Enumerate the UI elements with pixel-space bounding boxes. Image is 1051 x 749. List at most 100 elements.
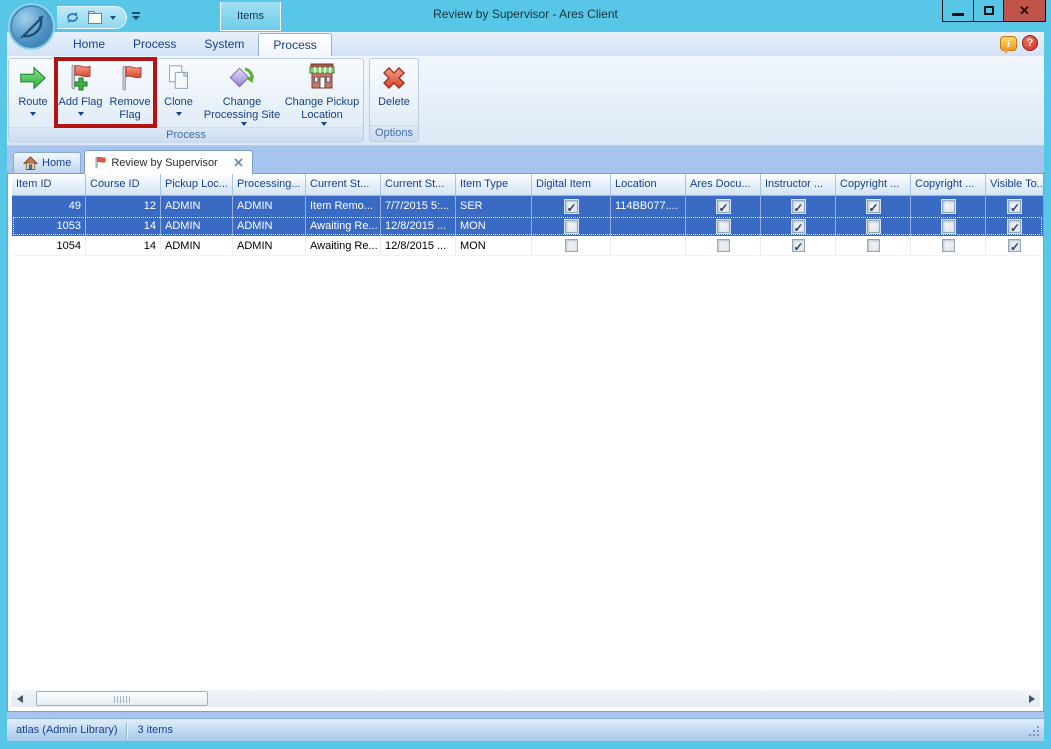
qat-customize-icon[interactable] bbox=[130, 10, 142, 24]
copyright-checkbox[interactable] bbox=[867, 239, 880, 252]
cell-pickup-location: ADMIN bbox=[161, 236, 233, 256]
instructor-checkbox[interactable] bbox=[792, 200, 805, 213]
grid-row-1054[interactable]: 1054 14 ADMIN ADMIN Awaiting Re... 12/8/… bbox=[12, 236, 1043, 256]
cell-copyright-1 bbox=[836, 236, 911, 256]
cell-item-type: MON bbox=[456, 236, 532, 256]
cell-course-id: 12 bbox=[86, 196, 161, 216]
dropdown-arrow-icon bbox=[78, 112, 84, 116]
close-button[interactable] bbox=[1003, 0, 1045, 21]
house-icon bbox=[23, 156, 38, 170]
sync-icon[interactable] bbox=[65, 10, 80, 25]
ribbon-tab-process[interactable]: Process bbox=[119, 32, 190, 56]
contextual-tab-group: Items bbox=[220, 2, 281, 31]
cell-copyright-2 bbox=[911, 196, 986, 216]
digital-item-checkbox[interactable] bbox=[565, 220, 578, 233]
clone-button[interactable]: Clone bbox=[156, 60, 201, 126]
copyright-checkbox[interactable] bbox=[942, 220, 955, 233]
column-header-item-type[interactable]: Item Type bbox=[456, 174, 532, 196]
instructor-checkbox[interactable] bbox=[792, 239, 805, 252]
dropdown-arrow-icon bbox=[241, 122, 247, 126]
document-tab-review-by-supervisor[interactable]: Review by Supervisor bbox=[84, 150, 252, 174]
column-header-item-id[interactable]: Item ID bbox=[12, 174, 86, 196]
visible-to-checkbox[interactable] bbox=[1008, 200, 1021, 213]
column-header-processing-site[interactable]: Processing... bbox=[233, 174, 306, 196]
column-header-instructor[interactable]: Instructor ... bbox=[761, 174, 836, 196]
clone-label: Clone bbox=[164, 96, 193, 109]
scrollbar-thumb[interactable] bbox=[36, 691, 208, 706]
visible-to-checkbox[interactable] bbox=[1008, 239, 1021, 252]
items-grid-panel: Item ID Course ID Pickup Loc... Processi… bbox=[7, 173, 1044, 712]
grid-row-49[interactable]: 49 12 ADMIN ADMIN Item Remo... 7/7/2015 … bbox=[12, 196, 1043, 216]
route-button[interactable]: Route bbox=[11, 60, 55, 126]
copyright-checkbox[interactable] bbox=[942, 200, 955, 213]
change-pickup-location-button[interactable]: Change Pickup Location bbox=[283, 60, 361, 126]
digital-item-checkbox[interactable] bbox=[565, 239, 578, 252]
column-header-course-id[interactable]: Course ID bbox=[86, 174, 161, 196]
resize-grip[interactable] bbox=[1037, 734, 1039, 736]
cell-copyright-2 bbox=[911, 216, 986, 236]
column-header-copyright-1[interactable]: Copyright ... bbox=[836, 174, 911, 196]
cell-current-status: Item Remo... bbox=[306, 196, 381, 216]
cell-course-id: 14 bbox=[86, 236, 161, 256]
cell-ares-document bbox=[686, 216, 761, 236]
add-flag-button[interactable]: Add Flag bbox=[57, 60, 104, 126]
ribbon-tab-process-contextual[interactable]: Process bbox=[258, 33, 331, 56]
ares-client-window: Review by Supervisor - Ares Client Items bbox=[0, 0, 1051, 749]
digital-item-checkbox[interactable] bbox=[565, 200, 578, 213]
change-processing-site-label: Change Processing Site bbox=[203, 96, 281, 122]
application-menu-button[interactable] bbox=[8, 3, 55, 50]
column-header-digital-item[interactable]: Digital Item bbox=[532, 174, 611, 196]
minimize-button[interactable] bbox=[943, 0, 973, 21]
delete-label: Delete bbox=[378, 96, 410, 109]
new-item-dropdown-icon[interactable] bbox=[110, 16, 116, 20]
process-group-label: Process bbox=[9, 127, 363, 143]
grid-row-1053[interactable]: 1053 14 ADMIN ADMIN Awaiting Re... 12/8/… bbox=[12, 216, 1043, 236]
new-item-icon[interactable] bbox=[87, 10, 103, 25]
cell-ares-document bbox=[686, 236, 761, 256]
ribbon-tab-home[interactable]: Home bbox=[59, 32, 119, 56]
column-header-current-status-date[interactable]: Current St... bbox=[381, 174, 456, 196]
document-tab-home[interactable]: Home bbox=[13, 152, 81, 173]
red-flag-icon bbox=[94, 156, 107, 169]
cell-visible-to bbox=[986, 196, 1043, 216]
info-bubble-icon[interactable]: i bbox=[1000, 36, 1017, 51]
ares-document-checkbox[interactable] bbox=[717, 220, 730, 233]
visible-to-checkbox[interactable] bbox=[1008, 220, 1021, 233]
window-title: Review by Supervisor - Ares Client bbox=[0, 7, 1051, 21]
scroll-right-icon[interactable] bbox=[1023, 690, 1040, 707]
maximize-icon bbox=[984, 6, 994, 15]
column-header-location[interactable]: Location bbox=[611, 174, 686, 196]
column-header-copyright-2[interactable]: Copyright ... bbox=[911, 174, 986, 196]
dropdown-arrow-icon bbox=[176, 112, 182, 116]
horizontal-scrollbar[interactable] bbox=[11, 690, 1040, 707]
column-header-current-status[interactable]: Current St... bbox=[306, 174, 381, 196]
window-controls bbox=[942, 0, 1046, 22]
ares-document-checkbox[interactable] bbox=[717, 200, 730, 213]
delete-button[interactable]: Delete bbox=[372, 60, 416, 124]
dropdown-arrow-icon bbox=[30, 112, 36, 116]
change-processing-site-button[interactable]: Change Processing Site bbox=[203, 60, 281, 126]
copyright-checkbox[interactable] bbox=[867, 200, 880, 213]
document-tab-review-label: Review by Supervisor bbox=[111, 157, 217, 169]
maximize-button[interactable] bbox=[973, 0, 1003, 21]
copyright-checkbox[interactable] bbox=[942, 239, 955, 252]
status-bar: atlas (Admin Library) 3 items bbox=[7, 718, 1044, 741]
remove-flag-label: Remove Flag bbox=[106, 96, 154, 122]
tab-close-icon[interactable] bbox=[234, 158, 243, 167]
remove-flag-button[interactable]: Remove Flag bbox=[106, 60, 154, 126]
ribbon-tab-system[interactable]: System bbox=[190, 32, 258, 56]
column-header-pickup-location[interactable]: Pickup Loc... bbox=[161, 174, 233, 196]
status-item-count: 3 items bbox=[128, 719, 181, 741]
copyright-checkbox[interactable] bbox=[867, 220, 880, 233]
instructor-checkbox[interactable] bbox=[792, 220, 805, 233]
column-header-ares-document[interactable]: Ares Docu... bbox=[686, 174, 761, 196]
status-connection: atlas (Admin Library) bbox=[7, 719, 126, 741]
cell-item-id: 1054 bbox=[12, 236, 86, 256]
change-pickup-location-label: Change Pickup Location bbox=[283, 96, 361, 122]
ares-document-checkbox[interactable] bbox=[717, 239, 730, 252]
column-header-visible-to[interactable]: Visible To... bbox=[986, 174, 1043, 196]
change-processing-site-icon bbox=[226, 62, 258, 94]
help-icon[interactable]: ? bbox=[1022, 35, 1038, 51]
scroll-left-icon[interactable] bbox=[11, 690, 28, 707]
scrollbar-track[interactable] bbox=[28, 690, 1023, 707]
